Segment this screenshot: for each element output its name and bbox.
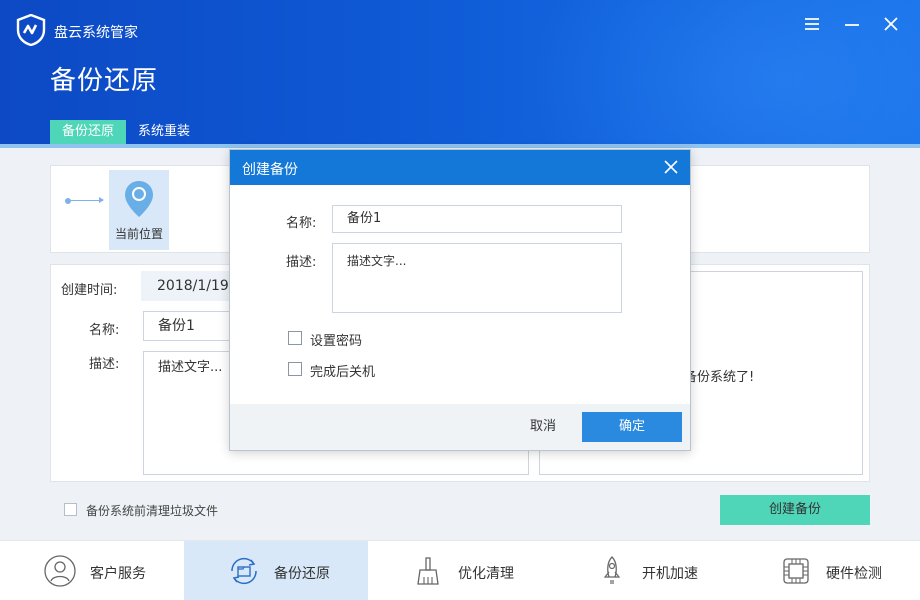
nav-backup-restore-label: 备份还原 bbox=[274, 566, 330, 582]
dialog-close-icon[interactable] bbox=[662, 158, 680, 176]
timeline-current-label: 当前位置 bbox=[114, 227, 163, 241]
chip-icon bbox=[783, 558, 809, 584]
bottom-actions: 备份系统前清理垃圾文件 创建备份 bbox=[50, 495, 870, 525]
dialog-title: 创建备份 bbox=[242, 162, 298, 178]
nav-hardware-check[interactable]: 硬件检测 bbox=[736, 541, 920, 600]
nav-hardware-check-label: 硬件检测 bbox=[826, 566, 882, 582]
dialog-ok-button[interactable]: 确定 bbox=[582, 412, 682, 442]
info-message: 备份系统了! bbox=[684, 370, 755, 385]
broom-icon bbox=[417, 557, 439, 585]
nav-backup-restore[interactable]: 备份还原 bbox=[184, 541, 368, 600]
dialog-header: 创建备份 bbox=[230, 150, 690, 185]
set-password-label: 设置密码 bbox=[310, 334, 363, 349]
app-header: 盘云系统管家 备份还原 备份还原 系统重装 bbox=[0, 0, 920, 146]
nav-optimize-clean[interactable]: 优化清理 bbox=[368, 541, 552, 600]
dialog-cancel-button[interactable]: 取消 bbox=[510, 412, 576, 442]
user-icon bbox=[44, 555, 76, 587]
shutdown-after-checkbox[interactable] bbox=[288, 362, 302, 376]
shield-logo-icon bbox=[16, 14, 46, 46]
set-password-checkbox[interactable] bbox=[288, 331, 302, 345]
tab-backup-restore[interactable]: 备份还原 bbox=[50, 120, 127, 144]
name-field[interactable]: 备份1 bbox=[143, 311, 243, 341]
timeline-arrow-icon bbox=[99, 197, 104, 203]
menu-icon[interactable] bbox=[802, 14, 822, 34]
dialog-footer: 取消 确定 bbox=[230, 404, 690, 450]
nav-customer-service[interactable]: 客户服务 bbox=[0, 541, 184, 600]
dialog-name-input[interactable]: 备份1 bbox=[332, 205, 622, 233]
shutdown-after-label: 完成后关机 bbox=[310, 365, 376, 380]
page-title: 备份还原 bbox=[50, 66, 159, 96]
location-pin-icon bbox=[125, 181, 153, 217]
dialog-name-label: 名称: bbox=[286, 216, 317, 231]
nav-boot-speedup-label: 开机加速 bbox=[642, 566, 698, 582]
tab-system-reinstall[interactable]: 系统重装 bbox=[126, 120, 202, 144]
created-time-value: 2018/1/19 bbox=[141, 271, 241, 301]
clean-junk-label: 备份系统前清理垃圾文件 bbox=[86, 504, 219, 518]
bottom-nav: 客户服务 备份还原 优化清理 开机加速 硬件检测 bbox=[0, 540, 920, 600]
created-time-label: 创建时间: bbox=[61, 283, 118, 298]
name-label: 名称: bbox=[89, 323, 120, 338]
desc-label: 描述: bbox=[89, 357, 120, 372]
clean-junk-checkbox[interactable] bbox=[64, 503, 77, 516]
timeline-current-point[interactable]: 当前位置 bbox=[109, 170, 169, 250]
app-title: 盘云系统管家 bbox=[54, 25, 138, 41]
timeline-start-dot bbox=[65, 198, 71, 204]
create-backup-button[interactable]: 创建备份 bbox=[720, 495, 870, 525]
dialog-desc-input[interactable]: 描述文字... bbox=[332, 243, 622, 313]
create-backup-dialog: 创建备份 名称: 备份1 描述: 描述文字... 设置密码 完成后关机 取消 确… bbox=[229, 149, 691, 451]
nav-optimize-clean-label: 优化清理 bbox=[458, 566, 514, 582]
nav-customer-service-label: 客户服务 bbox=[90, 566, 146, 582]
close-icon[interactable] bbox=[881, 14, 901, 34]
nav-boot-speedup[interactable]: 开机加速 bbox=[552, 541, 736, 600]
rocket-icon bbox=[603, 556, 621, 584]
tab-bar: 备份还原 系统重装 bbox=[50, 120, 202, 144]
minimize-icon[interactable] bbox=[842, 14, 862, 34]
backup-icon bbox=[231, 557, 257, 585]
dialog-desc-label: 描述: bbox=[286, 255, 317, 270]
